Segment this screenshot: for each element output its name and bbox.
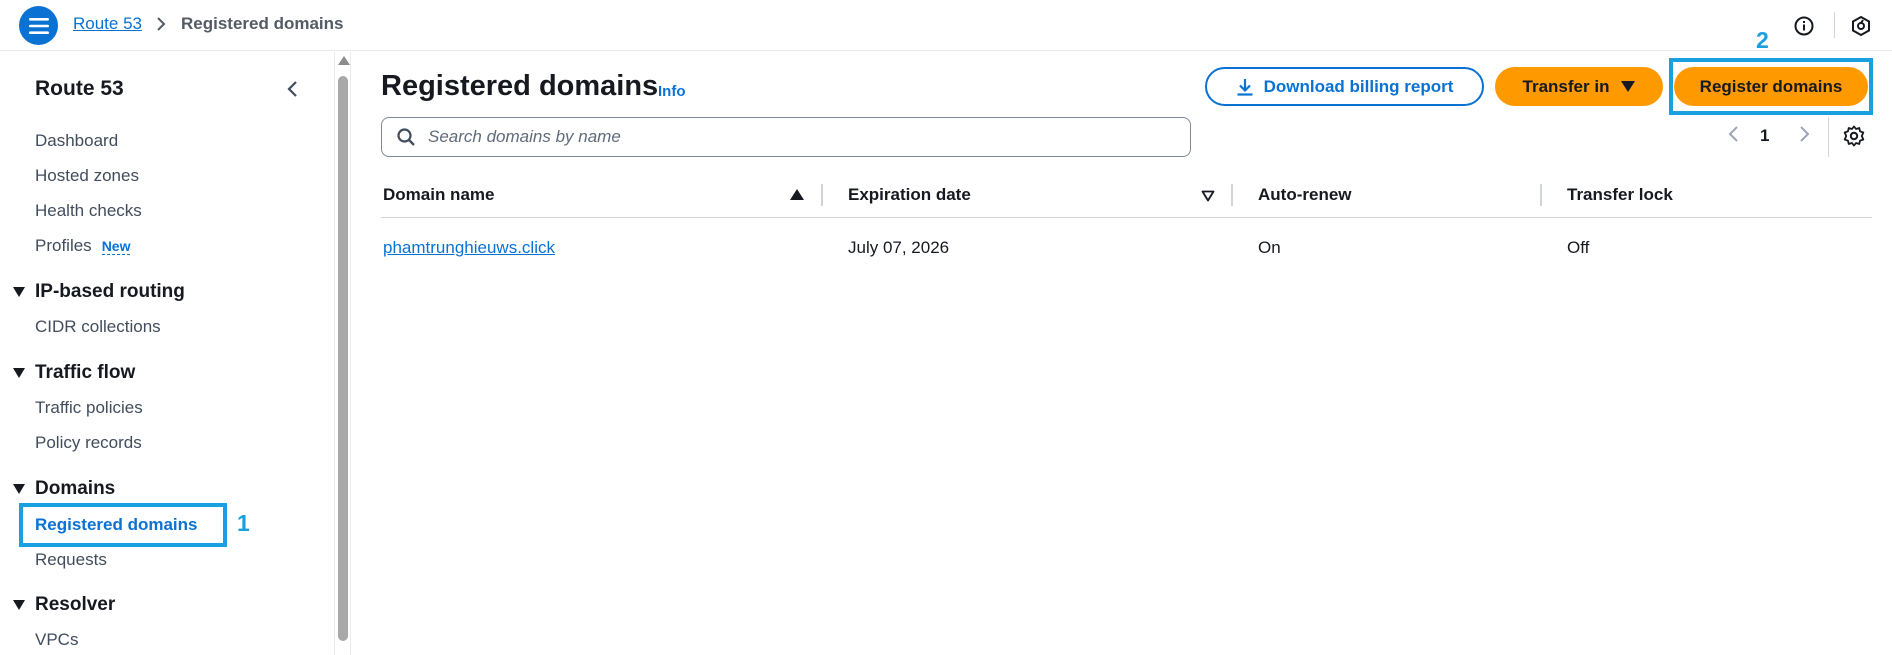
section-domains[interactable]: Domains (13, 478, 115, 500)
sidebar-item-requests[interactable]: Requests (35, 550, 107, 570)
download-icon (1236, 78, 1254, 96)
section-title: Traffic flow (35, 362, 136, 383)
chevron-right-icon (156, 16, 166, 32)
toolbar-divider (1834, 12, 1835, 38)
caret-down-icon (13, 287, 25, 297)
column-resizer[interactable] (821, 184, 823, 206)
domain-name-link[interactable]: phamtrunghieuws.click (383, 238, 555, 258)
caret-down-icon (1621, 81, 1636, 92)
transfer-lock-cell: Off (1567, 238, 1590, 257)
hamburger-menu-icon[interactable] (19, 6, 58, 45)
column-resizer[interactable] (1540, 184, 1542, 206)
annotation-number: 1 (237, 510, 250, 536)
breadcrumb-route53-link[interactable]: Route 53 (73, 14, 142, 34)
expiration-date-cell: July 07, 2026 (848, 238, 950, 257)
table-header-divider (381, 217, 1872, 218)
previous-page-icon[interactable] (1726, 124, 1742, 144)
button-label: Download billing report (1263, 76, 1454, 96)
scroll-up-arrow-icon[interactable] (338, 56, 350, 65)
chevron-left-icon[interactable] (283, 79, 303, 99)
breadcrumb-current: Registered domains (181, 14, 344, 33)
sort-ascending-icon[interactable] (790, 189, 804, 200)
auto-renew-cell: On (1258, 238, 1281, 257)
search-input[interactable] (428, 127, 1128, 147)
section-title: Resolver (35, 594, 116, 615)
sidebar-title: Route 53 (35, 77, 124, 100)
current-page-number[interactable]: 1 (1760, 126, 1769, 146)
sidebar-item-health-checks[interactable]: Health checks (35, 201, 142, 221)
side-navigation: Route 53 Dashboard Hosted zones Health c… (0, 52, 335, 655)
search-icon (396, 127, 416, 147)
page-title: Registered domains (381, 70, 659, 102)
sidebar-item-label: Profiles (35, 236, 92, 255)
search-domains-field[interactable] (381, 117, 1191, 157)
section-traffic-flow[interactable]: Traffic flow (13, 362, 135, 384)
breadcrumb: Route 53 Registered domains (73, 14, 344, 34)
sidebar-item-dashboard[interactable]: Dashboard (35, 131, 118, 151)
register-domains-button[interactable]: Register domains (1674, 67, 1868, 106)
next-page-icon[interactable] (1796, 124, 1812, 144)
top-navigation-bar: Route 53 Registered domains (0, 0, 1892, 51)
sidebar-scrollbar[interactable] (335, 52, 351, 655)
column-header-transfer-lock[interactable]: Transfer lock (1567, 185, 1673, 205)
column-resizer[interactable] (1231, 184, 1233, 206)
new-badge: New (101, 238, 131, 255)
sidebar-item-registered-domains[interactable]: Registered domains (35, 515, 198, 535)
pagination-divider (1828, 117, 1829, 157)
sidebar-item-policy-records[interactable]: Policy records (35, 433, 142, 453)
sidebar-item-traffic-policies[interactable]: Traffic policies (35, 398, 143, 418)
caret-down-icon (13, 600, 25, 610)
button-label: Transfer in (1522, 76, 1610, 96)
sidebar-item-cidr-collections[interactable]: CIDR collections (35, 317, 161, 337)
column-header-expiration-date[interactable]: Expiration date (848, 185, 971, 205)
button-label: Register domains (1699, 76, 1843, 96)
sort-descending-outline-icon[interactable] (1201, 189, 1215, 207)
transfer-in-dropdown-button[interactable]: Transfer in (1495, 67, 1663, 106)
download-billing-report-button[interactable]: Download billing report (1205, 67, 1484, 106)
caret-down-icon (13, 484, 25, 494)
unified-settings-icon[interactable] (1848, 13, 1874, 39)
caret-down-icon (13, 368, 25, 378)
section-resolver[interactable]: Resolver (13, 594, 115, 616)
sidebar-item-vpcs[interactable]: VPCs (35, 630, 78, 650)
section-ip-based-routing[interactable]: IP-based routing (13, 281, 185, 303)
scrollbar-thumb[interactable] (338, 76, 348, 641)
sidebar-item-hosted-zones[interactable]: Hosted zones (35, 166, 139, 186)
section-title: IP-based routing (35, 281, 185, 302)
content-divider (350, 52, 351, 655)
info-link[interactable]: Info (658, 83, 686, 100)
gear-icon[interactable] (1843, 125, 1865, 147)
column-header-auto-renew[interactable]: Auto-renew (1258, 185, 1352, 205)
annotation-number: 2 (1756, 27, 1769, 53)
sidebar-item-profiles[interactable]: Profiles New (35, 236, 131, 256)
column-header-domain-name[interactable]: Domain name (383, 185, 494, 205)
info-circle-icon[interactable] (1791, 13, 1817, 39)
section-title: Domains (35, 478, 116, 499)
